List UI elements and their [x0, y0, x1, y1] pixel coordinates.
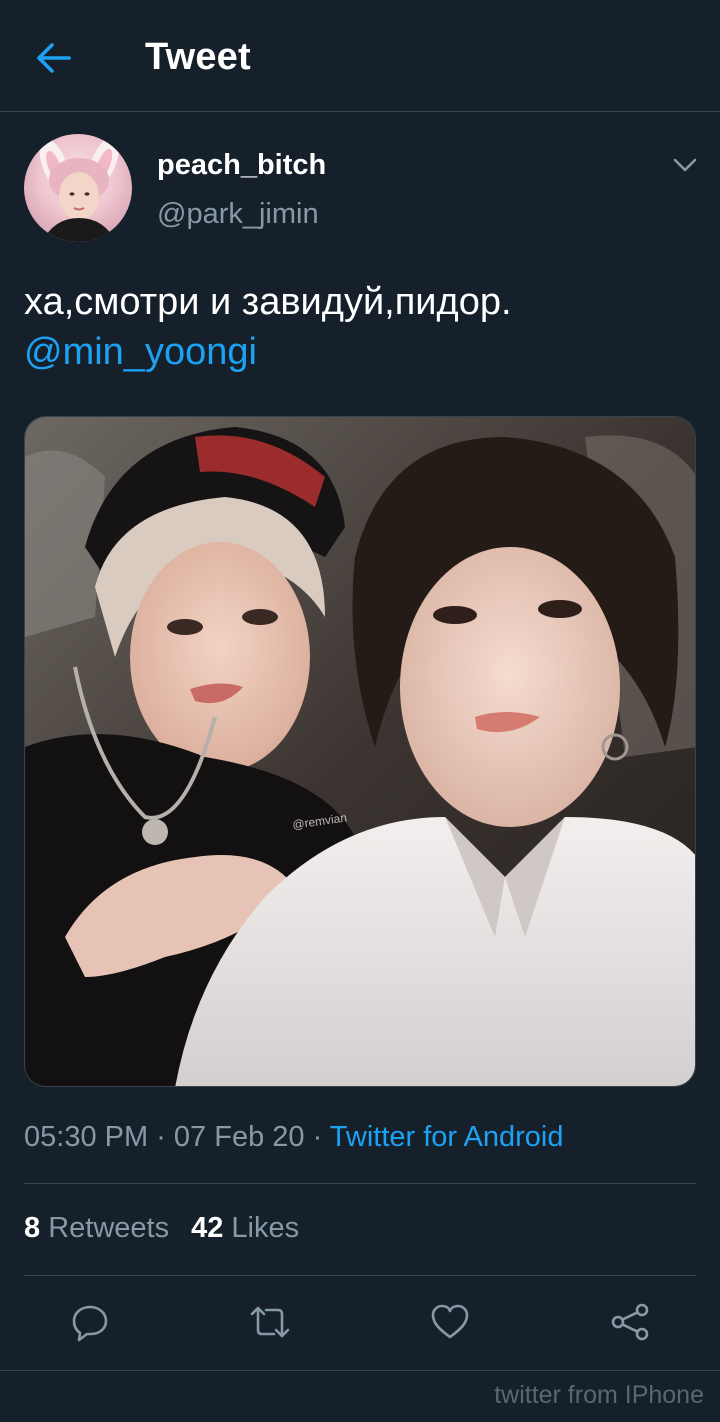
divider [0, 1370, 720, 1371]
reply-button[interactable] [68, 1300, 112, 1344]
divider [24, 1275, 696, 1276]
divider [24, 1183, 696, 1184]
tweet-stats: 8 Retweets 42 Likes [24, 1212, 299, 1245]
like-button[interactable] [428, 1300, 472, 1344]
mention-link[interactable]: @min_yoongi [24, 327, 696, 377]
tweet-screen: Tweet peach_bitch @park_jimin ха,смотри … [0, 0, 720, 1422]
reply-icon [72, 1305, 108, 1342]
author-handle[interactable]: @park_jimin [157, 198, 319, 231]
tweet-body: ха,смотри и завидуй,пидор. [24, 281, 512, 323]
retweets-stat[interactable]: 8 Retweets [24, 1212, 169, 1244]
retweet-icon [250, 1306, 290, 1338]
retweets-label: Retweets [48, 1212, 170, 1244]
likes-stat[interactable]: 42 Likes [191, 1212, 299, 1244]
tweet-text: ха,смотри и завидуй,пидор. @min_yoongi [24, 277, 696, 377]
tweet-time: 05:30 PM [24, 1121, 149, 1153]
likes-count: 42 [191, 1212, 224, 1244]
chevron-down-icon [673, 158, 697, 172]
heart-icon [431, 1304, 469, 1339]
retweets-count: 8 [24, 1212, 41, 1244]
share-button[interactable] [608, 1300, 652, 1344]
page-title: Tweet [145, 36, 251, 78]
author-display-name[interactable]: peach_bitch [157, 149, 326, 182]
arrow-left-icon [37, 43, 71, 73]
top-bar: Tweet [0, 0, 720, 112]
likes-label: Likes [231, 1212, 300, 1244]
footer-watermark: twitter from IPhone [494, 1381, 704, 1409]
tweet-source-link[interactable]: Twitter for Android [330, 1121, 564, 1153]
separator: · [304, 1121, 330, 1153]
tweet-menu-button[interactable] [668, 148, 702, 182]
avatar[interactable] [24, 134, 132, 242]
photo-illustration: @remvian [25, 417, 695, 1086]
back-button[interactable] [30, 36, 78, 80]
tweet-date: 07 Feb 20 [173, 1121, 305, 1153]
tweet-timestamp: 05:30 PM · 07 Feb 20 · Twitter for Andro… [24, 1121, 564, 1154]
separator: · [148, 1121, 174, 1153]
avatar-image [39, 137, 119, 242]
share-icon [611, 1303, 649, 1341]
retweet-button[interactable] [248, 1300, 292, 1344]
tweet-photo[interactable]: @remvian [24, 416, 696, 1087]
